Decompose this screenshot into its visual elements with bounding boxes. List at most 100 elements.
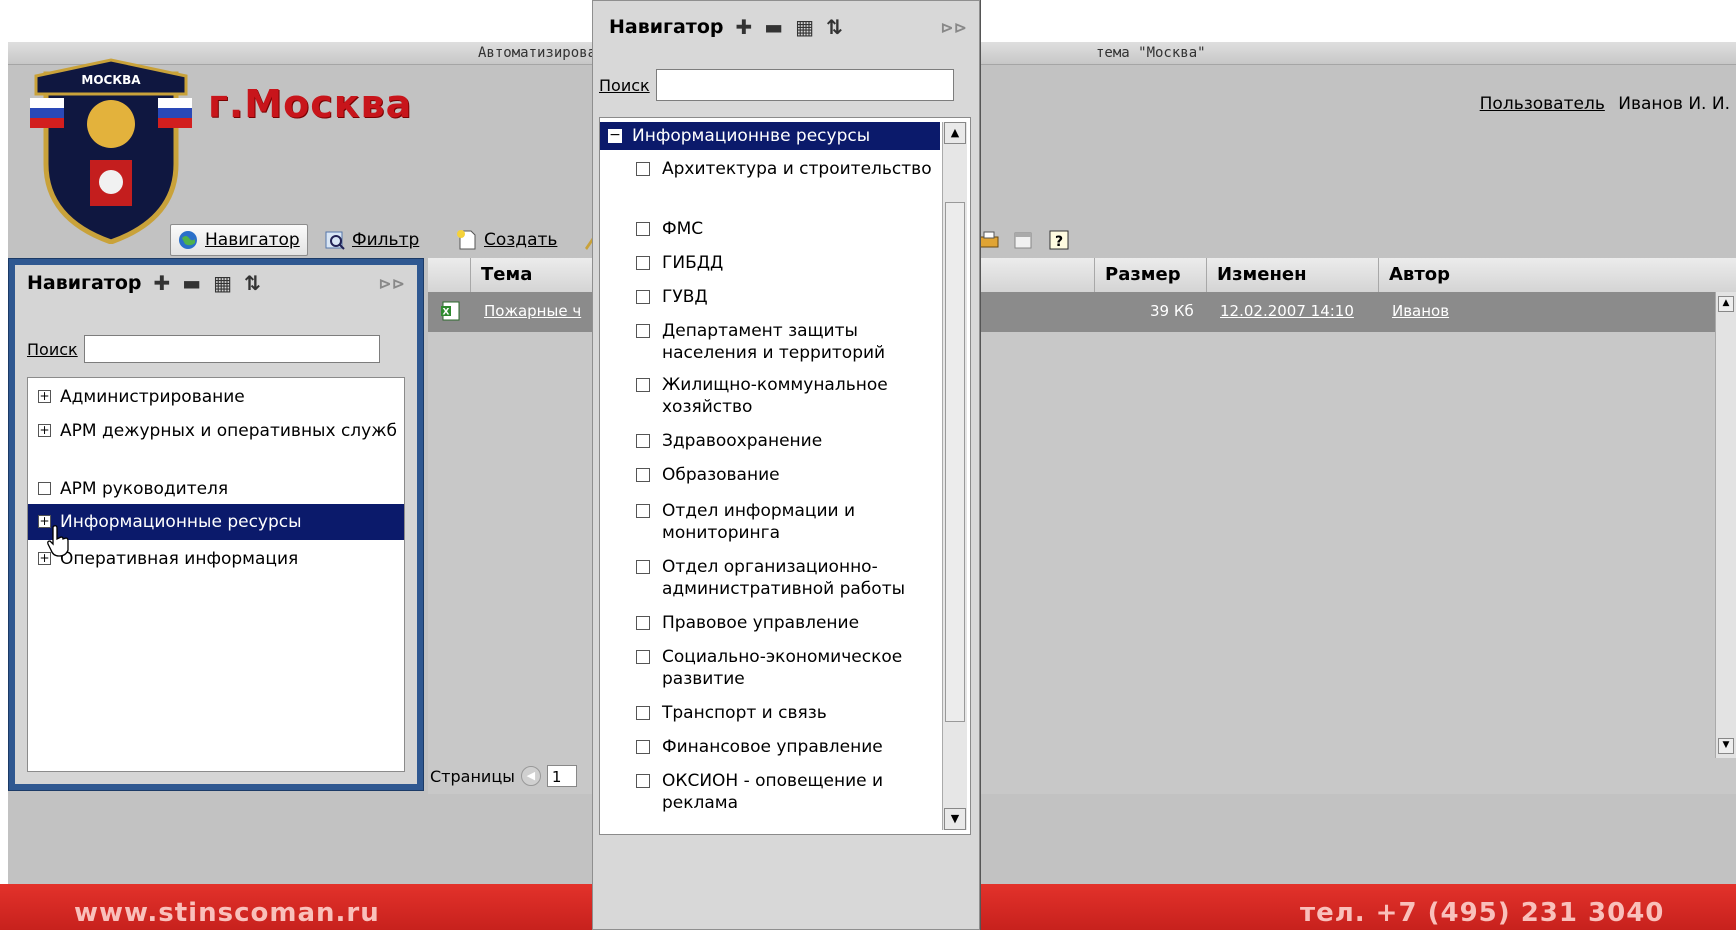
tree-item[interactable]: ОКСИОН - оповещение и реклама [636,770,934,814]
city-title: г.Москва [208,82,413,126]
column-author[interactable]: Автор [1378,258,1550,292]
tree-item[interactable]: Департамент защиты населения и территори… [636,320,934,364]
checkbox-icon[interactable] [636,650,650,664]
navigator-title: Навигатор [27,272,142,294]
grid-scrollbar[interactable]: ▲ ▼ [1715,292,1736,758]
author-link[interactable]: Иванов [1392,302,1449,320]
tree-item[interactable]: Отдел информации и мониторинга [636,500,934,544]
help-icon[interactable]: ? [1042,224,1076,256]
collapse-panel-icon[interactable]: ⊳⊳ [940,18,967,37]
tree-item[interactable]: + Оперативная информация [28,548,404,570]
scroll-up-icon[interactable]: ▲ [944,122,966,144]
filter-icon [325,231,345,250]
tree-item[interactable]: Здравоохранение [636,430,934,452]
navigator-button[interactable]: Навигатор [170,224,308,256]
pages-label: Страницы [430,766,515,786]
tree-item[interactable]: АРМ руководителя [28,478,404,500]
user-name: Иванов И. И. [1618,94,1730,114]
page-select[interactable]: 1 [546,765,577,787]
search-input[interactable] [83,335,380,363]
footer-website: www.stinscoman.ru [74,898,380,928]
tree-item[interactable]: Жилищно-коммунальное хозяйство [636,374,934,418]
scroll-down-icon[interactable]: ▼ [944,808,966,830]
column-modified[interactable]: Изменен [1206,258,1378,292]
checkbox-icon[interactable] [636,290,650,304]
tree-item[interactable]: + АРМ дежурных и оперативных служб [28,420,404,442]
popup-header: Навигатор ✚ ▬ ▦ ⇅ ⊳⊳ [597,11,979,43]
prev-page-icon[interactable]: ◀ [520,766,541,786]
properties-icon[interactable]: ▦ [795,15,814,39]
excel-file-icon: X [441,301,460,321]
tree-item[interactable]: ГИБДД [636,252,934,274]
checkbox-icon[interactable] [636,560,650,574]
popup-search: Поиск [599,69,954,101]
search-input[interactable] [655,69,954,101]
navigator-popup: Навигатор ✚ ▬ ▦ ⇅ ⊳⊳ Поиск − Информацион… [592,0,980,930]
collapse-icon[interactable]: − [608,128,622,143]
checkbox-icon[interactable] [636,616,650,630]
navigator-panel: Навигатор ✚ ▬ ▦ ⇅ ⊳⊳ Поиск + Администрир… [8,258,424,791]
mchs-emblem-logo: МОСКВА [30,58,192,244]
tree-item[interactable]: Финансовое управление [636,736,934,758]
size-cell: 39 Кб [1150,302,1194,320]
tree-item-selected[interactable]: + Информационные ресурсы [28,504,404,540]
user-link[interactable]: Пользователь [1480,94,1605,114]
navigator-search: Поиск [27,335,380,363]
svg-text:МОСКВА: МОСКВА [81,73,141,87]
scroll-thumb[interactable] [945,202,965,722]
checkbox-icon[interactable] [636,774,650,788]
checkbox-icon[interactable] [636,222,650,236]
checkbox-icon[interactable] [636,706,650,720]
calendar-icon[interactable] [1006,224,1040,256]
checkbox-icon[interactable] [636,378,650,392]
tree-item[interactable]: Отдел организационно-административной ра… [636,556,934,600]
tree-item[interactable]: Транспорт и связь [636,702,934,724]
expand-icon[interactable]: + [38,424,51,437]
popup-bottom-area [599,837,969,923]
checkbox-icon[interactable] [636,504,650,518]
svg-text:?: ? [1055,234,1063,250]
checkbox-icon[interactable] [38,482,51,495]
checkbox-icon[interactable] [636,740,650,754]
sync-icon[interactable]: ⇅ [244,271,261,295]
expand-all-icon[interactable]: ✚ [153,271,170,295]
tree-item[interactable]: ФМС [636,218,934,240]
search-label: Поиск [599,75,650,95]
checkbox-icon[interactable] [636,162,650,176]
window-title-left: Автоматизирова [478,45,597,61]
tree-item[interactable]: Архитектура и строительство [636,158,934,180]
collapse-panel-icon[interactable]: ⊳⊳ [378,274,405,293]
collapse-all-icon[interactable]: ▬ [182,271,201,295]
tree-item[interactable]: Социально-экономическое развитие [636,646,934,690]
filter-button[interactable]: Фильтр [318,224,425,256]
checkbox-icon[interactable] [636,468,650,482]
collapse-all-icon[interactable]: ▬ [764,15,783,39]
expand-all-icon[interactable]: ✚ [735,15,752,39]
sync-icon[interactable]: ⇅ [826,15,843,39]
user-info: Пользователь Иванов И. И. [1480,94,1730,114]
tree-item[interactable]: Образование [636,464,934,486]
tree-root-selected[interactable]: − Информационнве ресурсы [600,122,940,150]
globe-icon [179,231,197,249]
navigator-header: Навигатор ✚ ▬ ▦ ⇅ ⊳⊳ [15,265,417,301]
hand-cursor-icon [47,525,69,557]
scroll-up-icon[interactable]: ▲ [1718,296,1734,312]
popup-scrollbar[interactable]: ▲ ▼ [942,122,967,830]
checkbox-icon[interactable] [636,434,650,448]
column-size[interactable]: Размер [1094,258,1206,292]
tree-item[interactable]: Правовое управление [636,612,934,634]
checkbox-icon[interactable] [636,256,650,270]
checkbox-icon[interactable] [636,324,650,338]
popup-title: Навигатор [609,16,724,38]
create-button[interactable]: Создать [450,224,563,256]
tree-item[interactable]: ГУВД [636,286,934,308]
properties-icon[interactable]: ▦ [213,271,232,295]
search-label: Поиск [27,339,78,359]
new-document-icon [457,230,476,250]
expand-icon[interactable]: + [38,390,51,403]
svg-text:X: X [443,308,450,318]
scroll-down-icon[interactable]: ▼ [1718,738,1734,754]
document-link[interactable]: Пожарные ч [484,302,581,320]
modified-link[interactable]: 12.02.2007 14:10 [1220,302,1354,320]
tree-item[interactable]: + Администрирование [28,386,404,408]
